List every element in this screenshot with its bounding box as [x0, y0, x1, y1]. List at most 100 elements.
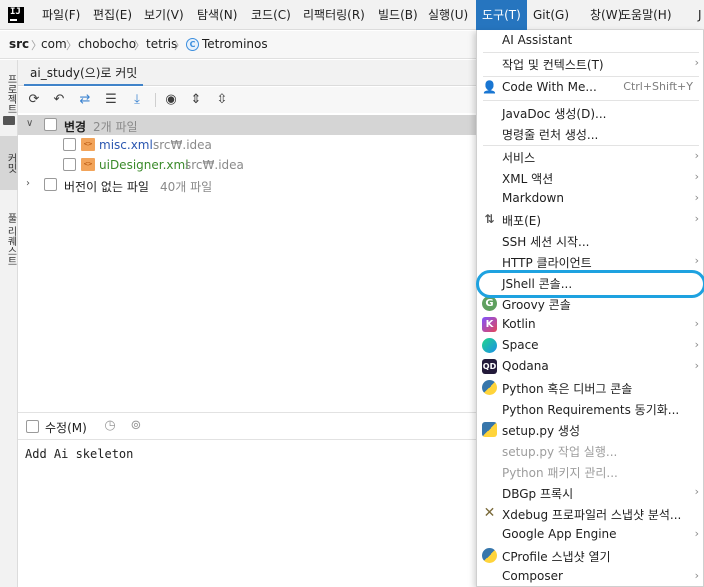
menu-item-javadoc[interactable]: JavaDoc 생성(D)...: [477, 102, 703, 123]
menu-git[interactable]: Git(G): [527, 0, 575, 30]
unversioned-checkbox[interactable]: [44, 178, 57, 191]
class-icon: C: [186, 38, 199, 51]
menu-item-python-console[interactable]: Python 혹은 디버그 콘솔: [477, 377, 703, 398]
menu-item-create-setup-py[interactable]: setup.py 생성: [477, 419, 703, 440]
expand-all-icon[interactable]: ⇕: [188, 92, 204, 108]
commit-message-editor[interactable]: Add Ai skeleton: [18, 441, 476, 587]
menu-overflow[interactable]: J: [692, 0, 704, 30]
menu-file[interactable]: 파일(F): [36, 0, 86, 30]
download-icon[interactable]: ⤓: [129, 92, 145, 108]
tree-row-unversioned[interactable]: › 버전이 없는 파일 40개 파일: [18, 175, 476, 195]
stripe-tab-project[interactable]: 프로젝트: [0, 66, 18, 122]
setup-py-icon: [482, 422, 497, 437]
menu-build[interactable]: 빌드(B): [372, 0, 424, 30]
menu-item-http-client[interactable]: HTTP 클라이언트 ›: [477, 251, 703, 272]
file-checkbox[interactable]: [63, 138, 76, 151]
menu-item-services[interactable]: 서비스 ›: [477, 146, 703, 167]
settings-icon[interactable]: ⊚: [128, 418, 144, 434]
menu-item-python-requirements[interactable]: Python Requirements 동기화...: [477, 398, 703, 419]
menu-item-xml-actions[interactable]: XML 액션 ›: [477, 167, 703, 188]
kotlin-icon: K: [482, 317, 497, 332]
menu-item-cli-launcher[interactable]: 명령줄 런처 생성...: [477, 123, 703, 144]
collapse-all-icon[interactable]: ⇳: [214, 92, 230, 108]
intellij-logo-icon: IJ: [8, 7, 24, 23]
menu-item-tasks-contexts[interactable]: 작업 및 컨텍스트(T) ›: [477, 53, 703, 74]
changes-checkbox[interactable]: [44, 118, 57, 131]
breadcrumb-tetrominos[interactable]: Tetrominos: [202, 37, 268, 51]
unversioned-label: 버전이 없는 파일: [64, 180, 149, 194]
commit-toolbar: ⟳ ↶ ⇄ ☰ ⤓ ◉ ⇕ ⇳: [18, 87, 476, 113]
left-tool-stripe: 프로젝트 커밋 풀 리퀘스트: [0, 60, 18, 587]
rollback-icon[interactable]: ↶: [51, 92, 67, 108]
menu-item-ai-assistant[interactable]: AI Assistant: [477, 30, 703, 51]
refresh-icon[interactable]: ⟳: [26, 92, 42, 108]
file-path: src₩.idea: [153, 138, 212, 152]
user-icon: 👤: [482, 80, 497, 94]
update-icon[interactable]: ⇄: [77, 92, 93, 108]
chevron-right-icon: ›: [694, 485, 699, 498]
menu-item-groovy-console[interactable]: G Groovy 콘솔: [477, 293, 703, 314]
menu-tools[interactable]: 도구(T): [476, 0, 527, 30]
menu-item-jshell-console[interactable]: JShell 콘솔...: [477, 272, 703, 293]
xml-file-icon: <>: [81, 138, 95, 151]
chevron-right-icon: ›: [694, 338, 699, 351]
menu-divider: [483, 100, 699, 101]
menu-code[interactable]: 코드(C): [245, 0, 297, 30]
chevron-down-icon[interactable]: ∨: [26, 118, 38, 129]
tab-commit-to-branch[interactable]: ai_study(으)로 커밋: [24, 60, 144, 86]
menu-item-qodana[interactable]: QD Qodana ›: [477, 356, 703, 377]
tree-row-changes[interactable]: ∨ 변경 2개 파일: [18, 115, 476, 135]
commit-panel-tabbar: ai_study(으)로 커밋: [18, 60, 476, 86]
chevron-right-icon: ›: [694, 527, 699, 540]
chevron-right-icon: 〉: [66, 39, 77, 52]
eye-icon[interactable]: ◉: [163, 92, 179, 108]
menu-item-space[interactable]: Space ›: [477, 335, 703, 356]
file-name: uiDesigner.xml: [99, 158, 189, 172]
chevron-right-icon: ›: [694, 212, 699, 225]
history-icon[interactable]: ◷: [102, 418, 118, 434]
menu-edit[interactable]: 편집(E): [87, 0, 138, 30]
menu-refactor[interactable]: 리팩터링(R): [297, 0, 371, 30]
menu-item-google-app-engine[interactable]: Google App Engine ›: [477, 524, 703, 545]
menu-item-dbgp-proxy[interactable]: DBGp 프록시 ›: [477, 482, 703, 503]
menu-item-kotlin[interactable]: K Kotlin ›: [477, 314, 703, 335]
breadcrumb-chobocho[interactable]: chobocho: [78, 37, 136, 51]
menu-item-deployment[interactable]: ⇅ 배포(E) ›: [477, 209, 703, 230]
menu-help[interactable]: 도움말(H): [614, 0, 678, 30]
chevron-right-icon: ›: [694, 170, 699, 183]
python-icon: [482, 380, 497, 395]
menu-item-xdebug-profiler[interactable]: ✕ Xdebug 프로파일러 스냅샷 분석...: [477, 503, 703, 524]
chevron-right-icon: 〉: [134, 39, 145, 52]
chevron-right-icon: ›: [694, 191, 699, 204]
breadcrumb-src[interactable]: src: [9, 37, 29, 51]
breadcrumb-tetris[interactable]: tetris: [146, 37, 177, 51]
menu-view[interactable]: 보기(V): [138, 0, 190, 30]
menu-item-code-with-me[interactable]: 👤 Code With Me... Ctrl+Shift+Y: [477, 77, 703, 98]
shelve-icon[interactable]: ☰: [103, 92, 119, 108]
menu-item-cprofile-snapshot[interactable]: CProfile 스냅샷 열기: [477, 545, 703, 566]
stripe-tab-pull-requests[interactable]: 풀 리퀘스트: [0, 200, 18, 280]
tree-row-file[interactable]: <> uiDesigner.xml src₩.idea: [18, 155, 476, 175]
stripe-tab-commit[interactable]: 커밋: [0, 136, 18, 190]
menu-item-composer[interactable]: Composer ›: [477, 566, 703, 586]
tools-menu-dropdown: AI Assistant 작업 및 컨텍스트(T) › 👤 Code With …: [476, 30, 704, 587]
amend-label[interactable]: 수정(M): [45, 419, 87, 436]
chevron-right-icon: ›: [694, 254, 699, 267]
amend-checkbox[interactable]: [26, 420, 39, 433]
file-checkbox[interactable]: [63, 158, 76, 171]
menu-item-markdown[interactable]: Markdown ›: [477, 188, 703, 209]
xdebug-icon: ✕: [483, 505, 496, 521]
tree-row-file[interactable]: <> misc.xml src₩.idea: [18, 135, 476, 155]
chevron-right-icon[interactable]: ›: [26, 178, 38, 189]
chevron-right-icon: ›: [694, 317, 699, 330]
chevron-right-icon: 〉: [174, 39, 185, 52]
menu-run[interactable]: 실행(U): [422, 0, 474, 30]
menu-item-ssh-session[interactable]: SSH 세션 시작...: [477, 230, 703, 251]
xml-file-icon: <>: [81, 158, 95, 171]
groovy-icon: G: [482, 296, 497, 311]
menu-item-manage-python-packages: Python 패키지 관리...: [502, 466, 618, 480]
breadcrumb-com[interactable]: com: [41, 37, 67, 51]
commit-panel: ai_study(으)로 커밋 ⟳ ↶ ⇄ ☰ ⤓ ◉ ⇕ ⇳ ∨ 변경 2개 …: [18, 60, 476, 587]
chevron-right-icon: ›: [694, 359, 699, 372]
menu-navigate[interactable]: 탐색(N): [191, 0, 243, 30]
